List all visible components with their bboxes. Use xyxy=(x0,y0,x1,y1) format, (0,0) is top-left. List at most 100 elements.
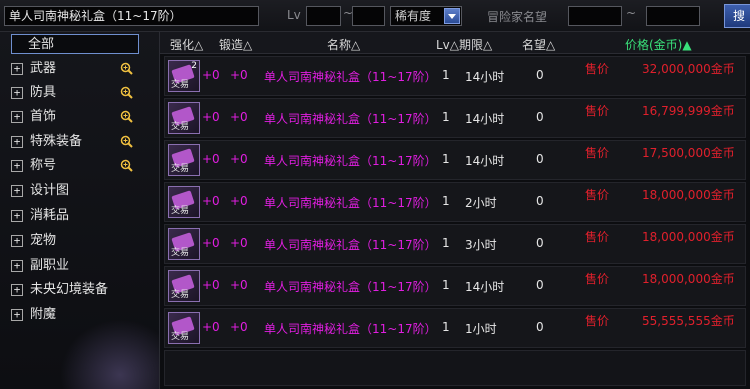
table-row[interactable]: 交易 +0 +0 单人司南神秘礼盒（11~17阶） 1 14小时 0 售价 17… xyxy=(164,140,746,180)
sort-name-header[interactable]: 名称△ xyxy=(327,36,360,53)
category-armor[interactable]: + 防具 xyxy=(11,83,139,103)
sort-enhance-header[interactable]: 强化△ xyxy=(170,36,203,53)
category-label: 副职业 xyxy=(30,258,70,273)
search-bar: 单人司南神秘礼盒（11~17阶） Lv ~ 稀有度 冒险家名望 ~ 搜 xyxy=(0,0,750,32)
lv-min-input[interactable] xyxy=(306,6,341,26)
item-box-icon[interactable]: 交易 xyxy=(168,186,200,218)
plus-box-icon[interactable]: + xyxy=(11,235,23,247)
item-price: 18,000,000金币 xyxy=(642,272,735,286)
zoom-icon[interactable] xyxy=(120,62,133,75)
plus-box-icon[interactable]: + xyxy=(11,309,23,321)
item-box-icon[interactable]: 交易 xyxy=(168,312,200,344)
rarity-select[interactable]: 稀有度 xyxy=(390,6,462,26)
table-row[interactable]: 交易 +0 +0 单人司南神秘礼盒（11~17阶） 1 2小时 0 售价 18,… xyxy=(164,182,746,222)
item-name: 单人司南神秘礼盒（11~17阶） xyxy=(264,112,437,126)
forge-value: +0 xyxy=(230,110,248,124)
table-row[interactable]: 交易 +0 +0 单人司南神秘礼盒（11~17阶） 1 3小时 0 售价 18,… xyxy=(164,224,746,264)
sort-price-header[interactable]: 价格(金币)▲ xyxy=(625,36,692,53)
plus-box-icon[interactable]: + xyxy=(11,160,23,172)
category-label: 设计图 xyxy=(30,183,70,198)
item-fame: 0 xyxy=(536,278,544,292)
category-title[interactable]: + 称号 xyxy=(11,156,139,176)
item-period: 2小时 xyxy=(465,196,497,210)
fame-max-input[interactable] xyxy=(646,6,700,26)
item-fame: 0 xyxy=(536,110,544,124)
sale-label: 售价 xyxy=(585,230,610,244)
item-fame: 0 xyxy=(536,194,544,208)
lv-max-input[interactable] xyxy=(352,6,385,26)
trade-tag: 交易 xyxy=(171,164,190,174)
fame-min-input[interactable] xyxy=(568,6,622,26)
category-all[interactable]: 全部 xyxy=(11,34,139,54)
item-period: 1小时 xyxy=(465,322,497,336)
category-accessory[interactable]: + 首饰 xyxy=(11,107,139,127)
category-enchant[interactable]: + 附魔 xyxy=(11,305,139,325)
item-level: 1 xyxy=(442,236,450,250)
item-price: 55,555,555金币 xyxy=(642,314,735,328)
table-row[interactable]: 2 交易 +0 +0 单人司南神秘礼盒（11~17阶） 1 14小时 0 售价 3… xyxy=(164,56,746,96)
table-row[interactable]: 交易 +0 +0 单人司南神秘礼盒（11~17阶） 1 1小时 0 售价 55,… xyxy=(164,308,746,348)
plus-box-icon[interactable]: + xyxy=(11,210,23,222)
category-sub-profession[interactable]: + 副职业 xyxy=(11,256,139,276)
table-row[interactable]: 交易 +0 +0 单人司南神秘礼盒（11~17阶） 1 14小时 0 售价 16… xyxy=(164,98,746,138)
category-pet[interactable]: + 宠物 xyxy=(11,231,139,251)
sort-fame-header[interactable]: 名望△ xyxy=(522,36,555,53)
item-name: 单人司南神秘礼盒（11~17阶） xyxy=(264,70,437,84)
enhance-value: +0 xyxy=(202,152,220,166)
plus-box-icon[interactable]: + xyxy=(11,87,23,99)
sort-forge-header[interactable]: 锻造△ xyxy=(219,36,252,53)
category-weiyang-equipment[interactable]: + 未央幻境装备 xyxy=(11,280,139,300)
plus-box-icon[interactable]: + xyxy=(11,284,23,296)
sale-label: 售价 xyxy=(585,146,610,160)
category-label: 附魔 xyxy=(30,307,57,322)
category-sidebar: 全部 + 武器 + 防具 + 首饰 + 特殊装备 + 称号 + 设计图 + 消耗… xyxy=(0,32,160,389)
zoom-icon[interactable] xyxy=(120,110,133,123)
item-search-input[interactable]: 单人司南神秘礼盒（11~17阶） xyxy=(4,6,259,26)
trade-tag: 交易 xyxy=(171,248,190,258)
plus-box-icon[interactable]: + xyxy=(11,136,23,148)
item-period: 14小时 xyxy=(465,280,505,294)
enhance-value: +0 xyxy=(202,68,220,82)
zoom-icon[interactable] xyxy=(120,86,133,99)
trade-tag: 交易 xyxy=(171,206,190,216)
enhance-value: +0 xyxy=(202,110,220,124)
item-box-icon[interactable]: 交易 xyxy=(168,144,200,176)
enhance-value: +0 xyxy=(202,278,220,292)
enhance-value: +0 xyxy=(202,236,220,250)
sale-label: 售价 xyxy=(585,188,610,202)
table-row[interactable]: 交易 +0 +0 单人司南神秘礼盒（11~17阶） 1 14小时 0 售价 18… xyxy=(164,266,746,306)
category-label: 宠物 xyxy=(30,233,57,248)
forge-value: +0 xyxy=(230,320,248,334)
adventurer-fame-label: 冒险家名望 xyxy=(487,10,548,24)
plus-box-icon[interactable]: + xyxy=(11,111,23,123)
trade-tag: 交易 xyxy=(171,80,190,90)
item-price: 18,000,000金币 xyxy=(642,230,735,244)
search-button[interactable]: 搜 xyxy=(724,4,750,28)
item-period: 3小时 xyxy=(465,238,497,252)
item-box-icon[interactable]: 交易 xyxy=(168,228,200,260)
category-special-equipment[interactable]: + 特殊装备 xyxy=(11,132,139,152)
sale-label: 售价 xyxy=(585,314,610,328)
item-name: 单人司南神秘礼盒（11~17阶） xyxy=(264,196,437,210)
item-box-icon[interactable]: 2 交易 xyxy=(168,60,200,92)
trade-tag: 交易 xyxy=(171,290,190,300)
dropdown-arrow-icon[interactable] xyxy=(444,8,460,24)
zoom-icon[interactable] xyxy=(120,135,133,148)
trade-tag: 交易 xyxy=(171,332,190,342)
category-label: 全部 xyxy=(28,37,55,52)
enhance-value: +0 xyxy=(202,320,220,334)
item-price: 17,500,000金币 xyxy=(642,146,735,160)
category-blueprint[interactable]: + 设计图 xyxy=(11,181,139,201)
item-period: 14小时 xyxy=(465,154,505,168)
plus-box-icon[interactable]: + xyxy=(11,63,23,75)
item-period: 14小时 xyxy=(465,70,505,84)
category-weapon[interactable]: + 武器 xyxy=(11,59,139,79)
plus-box-icon[interactable]: + xyxy=(11,185,23,197)
item-box-icon[interactable]: 交易 xyxy=(168,102,200,134)
item-box-icon[interactable]: 交易 xyxy=(168,270,200,302)
sort-lv-period-header[interactable]: Lv△期限△ xyxy=(436,36,492,53)
plus-box-icon[interactable]: + xyxy=(11,260,23,272)
category-label: 特殊装备 xyxy=(30,134,83,149)
zoom-icon[interactable] xyxy=(120,159,133,172)
category-consumable[interactable]: + 消耗品 xyxy=(11,206,139,226)
